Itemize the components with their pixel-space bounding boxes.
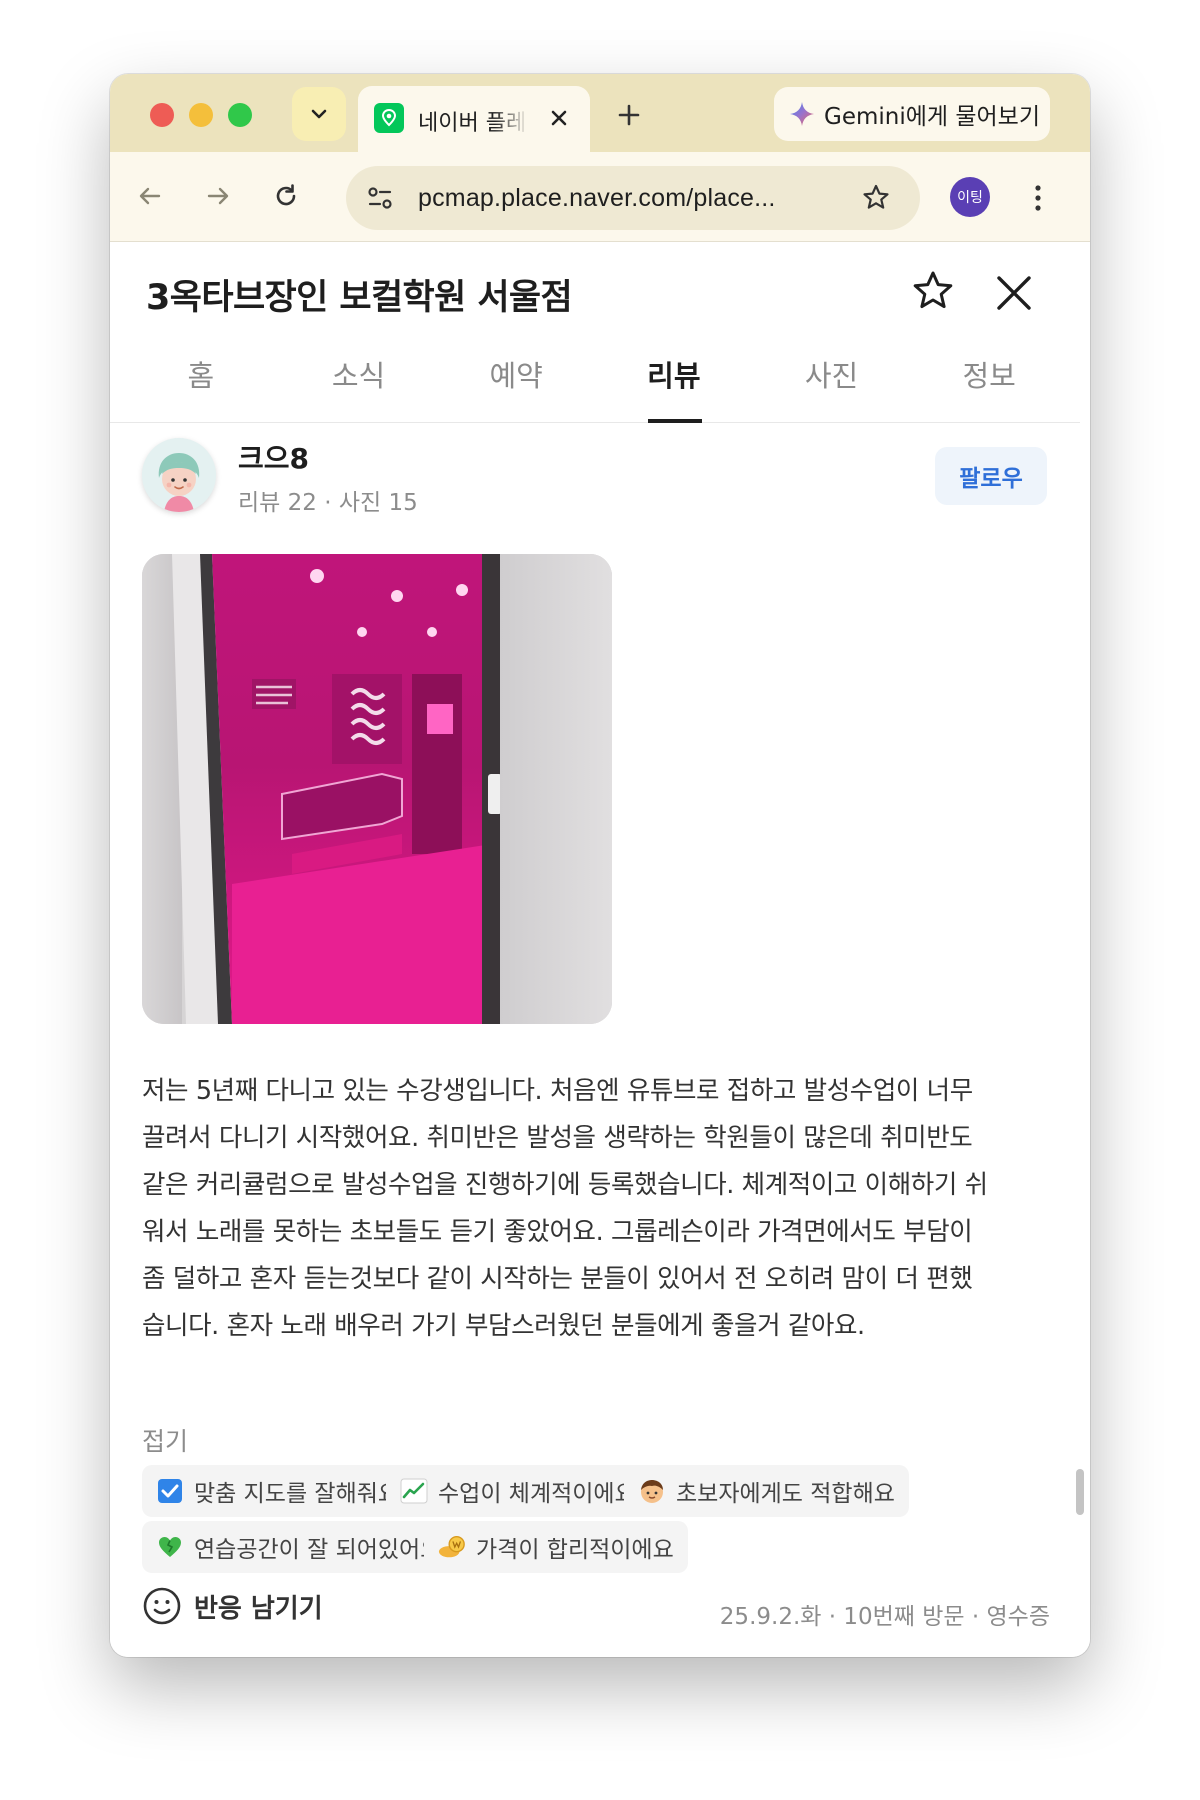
review-line: 워서 노래를 못하는 초보들도 듣기 좋았어요. 그룹레슨이라 가격면에서도 부… bbox=[142, 1217, 973, 1247]
close-window-button[interactable] bbox=[150, 103, 174, 127]
review-line: 좀 덜하고 혼자 듣는것보다 같이 시작하는 분들이 있어서 전 오히려 맘이 … bbox=[142, 1264, 973, 1294]
zoom-window-button[interactable] bbox=[228, 103, 252, 127]
site-info-icon[interactable] bbox=[364, 182, 396, 214]
tab-title: 네이버 플레이스 bbox=[418, 111, 528, 133]
tab-search-button[interactable] bbox=[292, 87, 346, 141]
close-icon[interactable] bbox=[994, 273, 1034, 313]
review-photo[interactable] bbox=[142, 554, 612, 1024]
gemini-sparkle-icon bbox=[790, 102, 814, 126]
coin-hand-icon bbox=[438, 1533, 466, 1561]
place-header: 3옥타브장인 보컬학원 서울점 bbox=[110, 243, 1090, 339]
reviewer-nickname[interactable]: 크으8 bbox=[238, 437, 309, 477]
browser-tab-active[interactable]: 네이버 플레이스 bbox=[358, 86, 590, 156]
reload-button[interactable] bbox=[266, 176, 306, 216]
place-tabs: 홈 소식 예약 리뷰 사진 정보 bbox=[110, 339, 1080, 423]
new-tab-icon[interactable] bbox=[614, 100, 644, 130]
arrow-right-icon bbox=[207, 187, 229, 205]
tab-strip: 네이버 플레이스 Gemini에게 물어보기 bbox=[110, 74, 1090, 156]
keyword-chip: 맞춤 지도를 잘해줘요 bbox=[142, 1465, 414, 1517]
keyword-chip: 연습공간이 잘 되어있어요 bbox=[142, 1521, 456, 1573]
fold-button[interactable]: 접기 bbox=[142, 1422, 188, 1458]
place-title: 3옥타브장인 보컬학원 서울점 bbox=[146, 278, 573, 318]
address-bar[interactable]: pcmap.place.naver.com/place... bbox=[346, 166, 920, 230]
reviewer-stats: 리뷰 22 · 사진 15 bbox=[238, 490, 418, 516]
keyword-label: 맞춤 지도를 잘해줘요 bbox=[194, 1481, 400, 1507]
chart-up-icon bbox=[400, 1477, 428, 1505]
check-box-icon bbox=[156, 1477, 184, 1505]
arrow-left-icon bbox=[139, 187, 161, 205]
page-content: 3옥타브장인 보컬학원 서울점 홈 소식 예약 리뷰 사진 정보 크으8 리뷰 … bbox=[110, 243, 1090, 1657]
follow-button[interactable]: 팔로우 bbox=[935, 447, 1047, 505]
green-heart-icon bbox=[156, 1533, 184, 1561]
boy-face-icon bbox=[638, 1477, 666, 1505]
visit-info: 25.9.2.화 · 10번째 방문 · 영수증 bbox=[719, 1604, 1050, 1630]
keyword-chip: 가격이 합리적이에요 bbox=[424, 1521, 688, 1573]
tab-reviews[interactable]: 리뷰 bbox=[595, 339, 753, 423]
gemini-button[interactable]: Gemini에게 물어보기 bbox=[774, 87, 1050, 141]
keyword-chip: 수업이 체계적이에요 bbox=[386, 1465, 650, 1517]
review-line: 습니다. 혼자 노래 배우러 가기 부담스러웠던 분들에게 좋을거 같아요. bbox=[142, 1311, 865, 1341]
profile-avatar[interactable]: 이팅 bbox=[950, 177, 990, 217]
tab-news[interactable]: 소식 bbox=[280, 339, 438, 422]
tab-photos[interactable]: 사진 bbox=[753, 339, 911, 422]
keyword-chip: 초보자에게도 적합해요 bbox=[624, 1465, 909, 1517]
url-text: pcmap.place.naver.com/place... bbox=[418, 184, 776, 212]
keyword-label: 연습공간이 잘 되어있어요 bbox=[194, 1537, 442, 1563]
keyword-label: 가격이 합리적이에요 bbox=[476, 1537, 674, 1563]
tab-booking[interactable]: 예약 bbox=[437, 339, 595, 422]
forward-button[interactable] bbox=[198, 176, 238, 216]
reviewer-avatar[interactable] bbox=[142, 438, 216, 512]
tab-info[interactable]: 정보 bbox=[910, 339, 1068, 422]
scrollbar-thumb[interactable] bbox=[1076, 1469, 1084, 1515]
reaction-button[interactable]: 반응 남기기 bbox=[142, 1586, 323, 1626]
keyword-label: 초보자에게도 적합해요 bbox=[676, 1481, 895, 1507]
minimize-window-button[interactable] bbox=[189, 103, 213, 127]
review-line: 저는 5년째 다니고 있는 수강생입니다. 처음엔 유튜브로 접하고 발성수업이… bbox=[142, 1076, 973, 1106]
keyword-label: 수업이 체계적이에요 bbox=[438, 1481, 636, 1507]
bookmark-star-icon[interactable] bbox=[860, 182, 892, 214]
more-menu-icon[interactable] bbox=[1030, 178, 1046, 218]
review-line: 끌려서 다니기 시작했어요. 취미반은 발성을 생략하는 학원들이 많은데 취미… bbox=[142, 1123, 973, 1153]
browser-window: 네이버 플레이스 Gemini에게 물어보기 bbox=[110, 74, 1090, 1657]
reload-icon bbox=[276, 184, 296, 206]
save-star-icon[interactable] bbox=[910, 269, 956, 315]
gemini-label: Gemini에게 물어보기 bbox=[824, 104, 1041, 130]
naver-place-favicon-icon bbox=[374, 103, 404, 133]
smiley-icon bbox=[143, 1587, 181, 1625]
review-line: 같은 커리큘럼으로 발성수업을 진행하기에 등록했습니다. 체계적이고 이해하기… bbox=[142, 1170, 988, 1200]
chevron-down-icon bbox=[311, 109, 327, 119]
review-body: 저는 5년째 다니고 있는 수강생입니다. 처음엔 유튜브로 접하고 발성수업이… bbox=[142, 1068, 1054, 1350]
close-tab-icon[interactable] bbox=[546, 105, 572, 131]
tab-home[interactable]: 홈 bbox=[122, 339, 280, 422]
reaction-label: 반응 남기기 bbox=[194, 1593, 323, 1624]
browser-toolbar: pcmap.place.naver.com/place... 이팅 bbox=[110, 152, 1090, 242]
back-button[interactable] bbox=[130, 176, 170, 216]
